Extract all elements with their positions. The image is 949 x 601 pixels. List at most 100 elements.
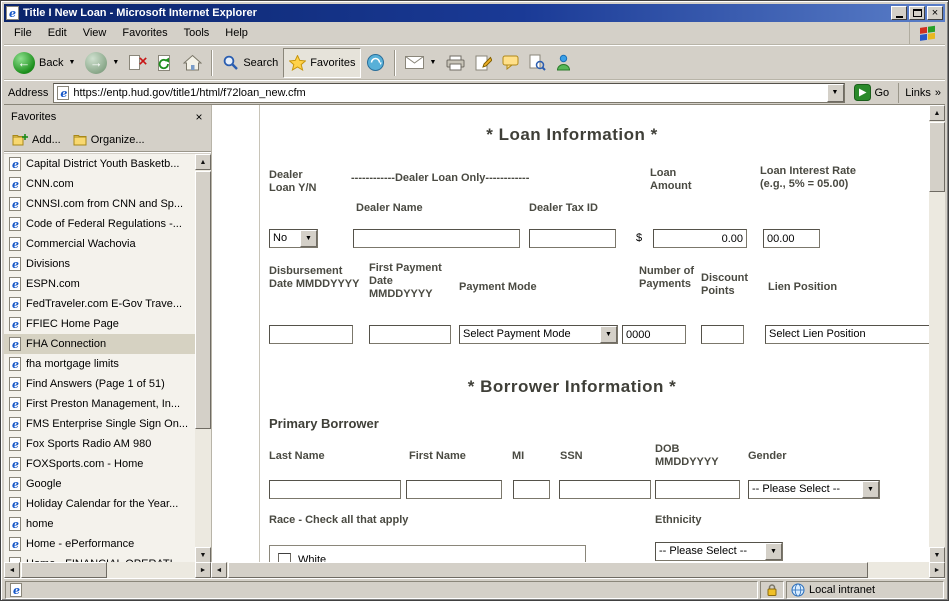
favorite-page-icon — [9, 217, 21, 231]
dealer-tax-id-input[interactable] — [529, 229, 616, 248]
maximize-button[interactable] — [909, 6, 925, 20]
favorites-close-button[interactable]: × — [191, 109, 207, 124]
address-input[interactable]: https://entp.hud.gov/title1/html/f72loan… — [53, 83, 844, 103]
gender-select[interactable]: -- Please Select -- ▼ — [748, 480, 880, 499]
favorite-item[interactable]: home — [4, 514, 195, 534]
home-button[interactable] — [178, 48, 207, 78]
favorite-label: CNNSI.com from CNN and Sp... — [26, 198, 183, 210]
search-button[interactable]: Search — [217, 48, 283, 78]
close-button[interactable]: × — [927, 6, 943, 20]
first-payment-date-input[interactable] — [369, 325, 451, 344]
address-dropdown-button[interactable]: ▼ — [827, 84, 844, 102]
menu-tools[interactable]: Tools — [176, 23, 218, 43]
gender-label: Gender — [748, 450, 787, 463]
back-button[interactable]: ← Back ▼ — [8, 48, 80, 78]
scroll-right-button[interactable]: ► — [195, 562, 211, 578]
discount-points-input[interactable] — [701, 325, 744, 344]
favorite-item[interactable]: fha mortgage limits — [4, 354, 195, 374]
forward-dropdown-icon[interactable]: ▼ — [112, 59, 119, 66]
dealer-name-input[interactable] — [353, 229, 520, 248]
scrollbar-thumb[interactable] — [929, 122, 945, 192]
menu-favorites[interactable]: Favorites — [114, 23, 175, 43]
add-favorite-button[interactable]: Add... — [12, 133, 61, 146]
print-button[interactable] — [441, 48, 470, 78]
scroll-up-button[interactable]: ▲ — [929, 105, 945, 121]
status-page-icon — [10, 583, 22, 597]
menu-edit[interactable]: Edit — [40, 23, 75, 43]
messenger-button[interactable] — [551, 48, 576, 78]
favorite-item[interactable]: FOXSports.com - Home — [4, 454, 195, 474]
favorite-item[interactable]: CNN.com — [4, 174, 195, 194]
menu-view[interactable]: View — [75, 23, 115, 43]
favorite-label: Capital District Youth Basketb... — [26, 158, 179, 170]
links-bar[interactable]: Links » — [898, 83, 941, 103]
links-chevrons-icon[interactable]: » — [935, 87, 941, 99]
address-url[interactable]: https://entp.hud.gov/title1/html/f72loan… — [73, 87, 822, 99]
favorite-item[interactable]: Find Answers (Page 1 of 51) — [4, 374, 195, 394]
mi-input[interactable] — [513, 480, 550, 499]
favorite-item[interactable]: Divisions — [4, 254, 195, 274]
favorite-item[interactable]: FedTraveler.com E-Gov Trave... — [4, 294, 195, 314]
chevron-down-icon[interactable]: ▼ — [300, 230, 317, 247]
security-zone-label: Local intranet — [809, 584, 875, 596]
favorite-item[interactable]: Google — [4, 474, 195, 494]
lien-position-select[interactable]: Select Lien Position ▼ — [765, 325, 929, 344]
edit-button[interactable] — [470, 48, 497, 78]
payment-mode-select[interactable]: Select Payment Mode ▼ — [459, 325, 618, 344]
menu-help[interactable]: Help — [217, 23, 256, 43]
ethnicity-select[interactable]: -- Please Select -- ▼ — [655, 542, 783, 561]
favorite-item[interactable]: Capital District Youth Basketb... — [4, 154, 195, 174]
payment-mode-label: Payment Mode — [459, 281, 537, 294]
go-button[interactable]: Go — [850, 82, 894, 103]
interest-rate-input[interactable] — [763, 229, 820, 248]
refresh-button[interactable] — [150, 48, 178, 78]
scroll-left-button[interactable]: ◄ — [4, 562, 20, 578]
last-name-input[interactable] — [269, 480, 401, 499]
favorites-horizontal-scrollbar[interactable]: ◄ ► — [4, 562, 211, 578]
favorites-button[interactable]: Favorites — [283, 48, 361, 78]
favorite-item[interactable]: Fox Sports Radio AM 980 — [4, 434, 195, 454]
favorite-item-selected[interactable]: FHA Connection — [4, 334, 195, 354]
forward-button[interactable]: → ▼ — [80, 48, 124, 78]
scrollbar-thumb[interactable] — [195, 171, 211, 429]
dealer-loan-select[interactable]: No ▼ — [269, 229, 318, 248]
chevron-down-icon[interactable]: ▼ — [862, 481, 879, 498]
favorites-scrollbar[interactable]: ▲ ▼ — [195, 154, 211, 563]
favorite-item[interactable]: FFIEC Home Page — [4, 314, 195, 334]
chevron-down-icon[interactable]: ▼ — [765, 543, 782, 560]
disbursement-date-input[interactable] — [269, 325, 353, 344]
favorite-item[interactable]: ESPN.com — [4, 274, 195, 294]
scroll-up-button[interactable]: ▲ — [195, 154, 211, 170]
loan-amount-input[interactable] — [653, 229, 747, 248]
menu-file[interactable]: File — [6, 23, 40, 43]
ssn-input[interactable] — [559, 480, 651, 499]
stop-button[interactable]: × — [124, 48, 150, 78]
favorite-item[interactable]: First Preston Management, In... — [4, 394, 195, 414]
page-horizontal-scrollbar[interactable]: ◄ ► — [211, 562, 945, 578]
research-button[interactable] — [524, 48, 551, 78]
favorite-item[interactable]: CNNSI.com from CNN and Sp... — [4, 194, 195, 214]
scroll-down-button[interactable]: ▼ — [929, 547, 945, 563]
scroll-right-button[interactable]: ► — [929, 562, 945, 578]
first-name-input[interactable] — [406, 480, 502, 499]
favorite-item[interactable]: Commercial Wachovia — [4, 234, 195, 254]
scrollbar-thumb[interactable] — [228, 562, 868, 578]
favorite-item[interactable]: FMS Enterprise Single Sign On... — [4, 414, 195, 434]
discuss-button[interactable] — [497, 48, 524, 78]
number-of-payments-input[interactable] — [622, 325, 686, 344]
organize-favorites-button[interactable]: Organize... — [73, 133, 145, 146]
dob-input[interactable] — [655, 480, 740, 499]
mail-dropdown-icon[interactable]: ▼ — [429, 59, 436, 66]
favorite-item[interactable]: Home - ePerformance — [4, 534, 195, 554]
minimize-button[interactable] — [891, 6, 907, 20]
mail-button[interactable]: ▼ — [400, 48, 441, 78]
page-vertical-scrollbar[interactable]: ▲ ▼ — [929, 105, 945, 563]
favorite-item[interactable]: Holiday Calendar for the Year... — [4, 494, 195, 514]
scroll-left-button[interactable]: ◄ — [211, 562, 227, 578]
scroll-down-button[interactable]: ▼ — [195, 547, 211, 563]
favorite-item[interactable]: Code of Federal Regulations -... — [4, 214, 195, 234]
back-dropdown-icon[interactable]: ▼ — [68, 59, 75, 66]
chevron-down-icon[interactable]: ▼ — [600, 326, 617, 343]
history-button[interactable] — [361, 48, 390, 78]
scrollbar-thumb[interactable] — [21, 562, 107, 578]
